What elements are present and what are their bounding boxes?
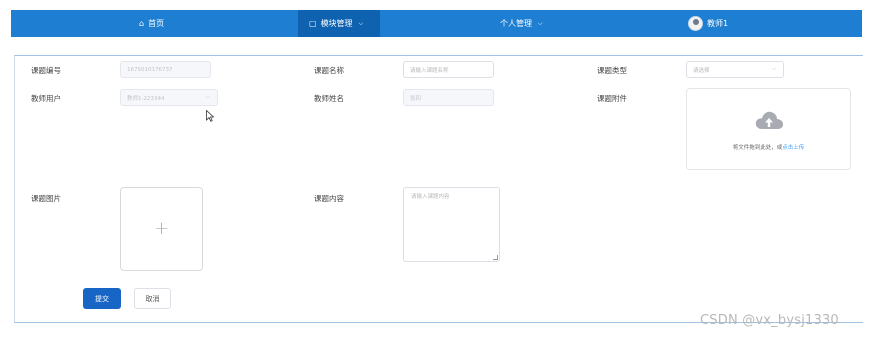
- picture-upload-box[interactable]: +: [120, 187, 203, 271]
- top-navbar: ⌂ 首页 ▢ 模块管理 ⌵ 个人管理 ⌵ 教师1: [11, 10, 862, 37]
- teacher-user-value: 教师1-223344: [127, 95, 165, 102]
- topic-name-input[interactable]: 请输入课题名称: [403, 61, 494, 78]
- topic-type-placeholder: 请选择: [693, 67, 710, 74]
- nav-home[interactable]: ⌂ 首页: [139, 10, 164, 37]
- teacher-user-label: 教师用户: [31, 94, 61, 103]
- home-icon: ⌂: [139, 18, 145, 28]
- plus-icon: +: [153, 218, 170, 239]
- picture-label: 课题图片: [31, 194, 61, 203]
- module-icon: ▢: [309, 18, 317, 28]
- chevron-down-icon: ⌵: [358, 19, 364, 27]
- cloud-upload-icon: [755, 111, 783, 129]
- topic-type-select[interactable]: 请选择 ⌵: [686, 61, 784, 78]
- nav-user-label: 教师1: [707, 19, 729, 28]
- teacher-user-select[interactable]: 教师1-223344 ⌵: [120, 89, 218, 106]
- teacher-name-input[interactable]: 张四: [403, 89, 494, 106]
- upload-link[interactable]: 点击上传: [782, 145, 804, 151]
- topic-name-placeholder: 请输入课题名称: [410, 67, 449, 74]
- nav-home-label: 首页: [148, 19, 165, 28]
- resize-handle-icon[interactable]: [493, 255, 498, 260]
- submit-button[interactable]: 提交: [83, 288, 121, 309]
- teacher-name-value: 张四: [410, 95, 422, 102]
- upload-hint: 将文件拖到此处，或点击上传: [687, 143, 850, 151]
- nav-module-management[interactable]: ▢ 模块管理 ⌵: [298, 10, 380, 37]
- teacher-name-label: 教师姓名: [314, 94, 344, 103]
- upload-hint-text: 将文件拖到此处，或: [732, 145, 783, 151]
- mouse-cursor-icon: [206, 110, 214, 122]
- chevron-down-icon: ⌵: [205, 93, 210, 100]
- chevron-down-icon: ⌵: [538, 19, 543, 27]
- topic-type-label: 课题类型: [597, 66, 627, 75]
- nav-personal-management[interactable]: 个人管理 ⌵: [500, 10, 543, 37]
- chevron-down-icon: ⌵: [771, 65, 776, 72]
- avatar: [688, 16, 703, 31]
- cancel-button[interactable]: 取消: [134, 288, 171, 309]
- topic-name-label: 课题名称: [314, 66, 344, 75]
- nav-personal-label: 个人管理: [500, 19, 532, 28]
- topic-no-value: 1675010176737: [127, 66, 173, 73]
- watermark-text: CSDN @vx_bysj1330: [700, 313, 839, 328]
- topic-no-label: 课题编号: [31, 66, 61, 75]
- content-label: 课题内容: [314, 194, 344, 203]
- nav-module-label: 模块管理: [320, 19, 353, 28]
- attachment-upload-dropzone[interactable]: 将文件拖到此处，或点击上传: [686, 88, 851, 170]
- content-placeholder: 请输入课题内容: [411, 194, 450, 200]
- content-textarea[interactable]: 请输入课题内容: [403, 187, 500, 262]
- attachment-label: 课题附件: [597, 94, 627, 103]
- topic-no-input[interactable]: 1675010176737: [120, 61, 211, 78]
- nav-user[interactable]: 教师1: [688, 10, 728, 37]
